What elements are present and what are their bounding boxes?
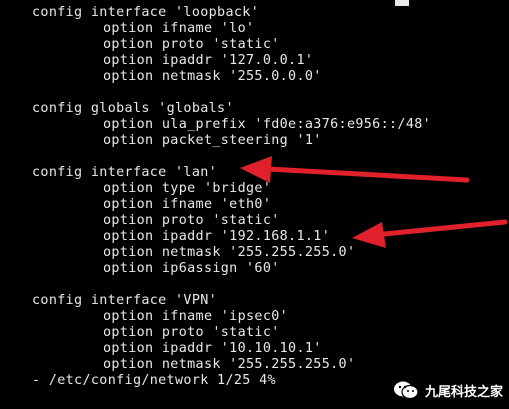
watermark-text: 九尾科技之家 [424, 384, 503, 400]
wechat-icon [392, 380, 420, 400]
arrow-to-lan [240, 156, 470, 183]
terminal-screen[interactable]: config interface 'loopback' option ifnam… [0, 0, 509, 409]
annotation-arrows [240, 156, 508, 248]
watermark: 九尾科技之家 [392, 377, 503, 403]
arrow-to-ipaddr [352, 219, 508, 248]
